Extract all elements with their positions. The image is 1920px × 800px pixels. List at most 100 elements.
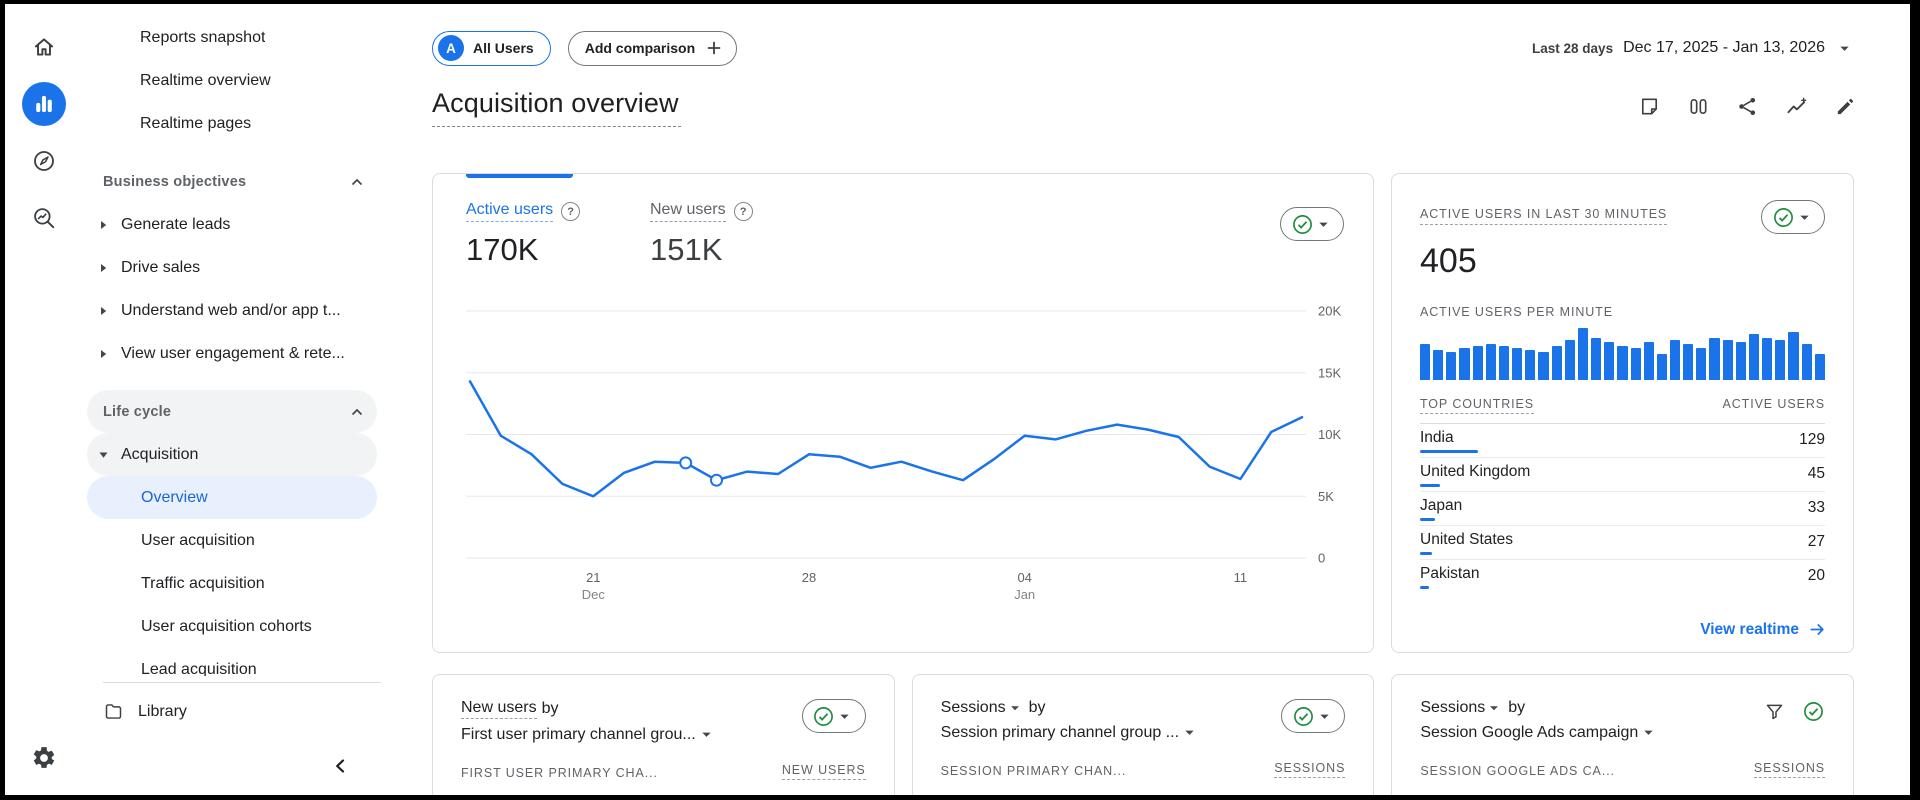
per-minute-bar: [1564, 340, 1575, 380]
country-active-users: 129: [1799, 431, 1825, 448]
sidebar-item-overview[interactable]: Overview: [87, 476, 377, 519]
card-metric-label[interactable]: New users: [461, 699, 537, 719]
metric-tab-new-users[interactable]: New users 151K: [650, 201, 834, 268]
per-minute-bar: [1538, 352, 1549, 380]
settings-button[interactable]: [22, 736, 66, 780]
dimension-dropdown[interactable]: Session primary channel group ...: [941, 723, 1199, 742]
per-minute-bar: [1656, 354, 1667, 380]
country-name: United Kingdom: [1420, 463, 1531, 480]
add-comparison-chip[interactable]: Add comparison: [567, 30, 738, 66]
sidebar-item-realtime-overview[interactable]: Realtime overview: [87, 59, 377, 102]
filter-button[interactable]: [1762, 699, 1786, 723]
per-minute-bar: [1459, 348, 1470, 380]
add-comparison-label: Add comparison: [584, 40, 696, 56]
sidebar-item-label: Realtime pages: [140, 114, 252, 132]
dimension-label: Session primary channel group ...: [940, 723, 1180, 741]
dropdown-caret-icon: [1639, 723, 1658, 742]
main-content: A All Users Add comparison Last 28 days …: [395, 4, 1910, 795]
sessions-by-campaign-card: Sessions by Session Google Ads campaign: [1391, 674, 1855, 795]
comparison-avatar: A: [438, 35, 464, 61]
sidebar-item-reports-snapshot[interactable]: Reports snapshot: [87, 16, 377, 59]
dropdown-caret-icon: [697, 725, 716, 744]
per-minute-bar: [1801, 344, 1812, 380]
sidebar-item-generate-leads[interactable]: Generate leads: [87, 203, 377, 246]
edit-button[interactable]: [1834, 94, 1858, 118]
reports-nav-button[interactable]: [22, 82, 66, 126]
card-status-dropdown[interactable]: [801, 699, 866, 733]
help-icon[interactable]: [733, 202, 753, 221]
svg-text:5K: 5K: [1318, 489, 1334, 504]
per-minute-bar: [1485, 344, 1496, 380]
per-minute-bar: [1762, 338, 1773, 380]
sidebar-item-view-user-engagement-rete[interactable]: View user engagement & rete...: [87, 332, 377, 375]
dimension-dropdown[interactable]: First user primary channel grou...: [461, 725, 716, 744]
realtime-status-dropdown[interactable]: [1761, 200, 1825, 234]
card-status-button[interactable]: [1801, 699, 1825, 723]
per-minute-bar: [1420, 344, 1431, 380]
active-users-line-chart[interactable]: 0 5K 10K 15K 20K 21 Dec 28 04 Jan 11: [466, 305, 1344, 605]
date-range-picker[interactable]: Last 28 days Dec 17, 2025 - Jan 13, 2026: [1532, 39, 1854, 58]
per-minute-label: ACTIVE USERS PER MINUTE: [1420, 305, 1613, 319]
insights-button[interactable]: [1785, 94, 1809, 118]
expand-arrow-icon: [101, 220, 107, 229]
report-card-title-block[interactable]: Sessions by Session Google Ads campaign: [1420, 699, 1658, 742]
sidebar-item-user-acquisition[interactable]: User acquisition: [87, 519, 377, 562]
all-users-chip[interactable]: A All Users: [432, 30, 551, 66]
per-minute-bar: [1643, 342, 1654, 380]
comparison-button[interactable]: [1687, 94, 1711, 118]
date-range-preset: Last 28 days: [1532, 40, 1614, 56]
reports-sidebar: Reports snapshot Realtime overview Realt…: [83, 4, 395, 795]
advertising-nav-button[interactable]: [22, 196, 66, 240]
sidebar-item-lead-acquisition[interactable]: Lead acquisition: [87, 648, 377, 677]
sidebar-item-acquisition[interactable]: Acquisition: [87, 433, 377, 476]
sidebar-item-life-cycle[interactable]: Life cycle: [87, 390, 377, 433]
sidebar-item-library[interactable]: Library: [87, 690, 377, 733]
page-header: Acquisition overview: [432, 88, 1858, 127]
sidebar-item-label: Acquisition: [121, 445, 199, 463]
per-minute-bar: [1433, 350, 1444, 380]
help-icon[interactable]: [561, 202, 581, 221]
sidebar-item-traffic-acquisition[interactable]: Traffic acquisition: [87, 562, 377, 605]
per-minute-bar: [1814, 354, 1825, 380]
chevron-down-icon: [1835, 39, 1854, 58]
active-users-per-minute-chart[interactable]: [1420, 328, 1825, 380]
metric-value: 170K: [466, 232, 539, 267]
sidebar-item-business-objectives[interactable]: Business objectives: [87, 160, 377, 203]
sidebar-item-drive-sales[interactable]: Drive sales: [87, 246, 377, 289]
view-realtime-link[interactable]: View realtime: [1700, 620, 1827, 639]
by-label: by: [1028, 699, 1046, 716]
by-label: by: [541, 700, 559, 717]
report-card-title-block[interactable]: Sessions by Session primary channel grou…: [941, 699, 1199, 742]
sidebar-nav: Reports snapshot Realtime overview Realt…: [83, 4, 395, 676]
card-metric-label[interactable]: Sessions: [941, 699, 1006, 717]
collapse-sidebar-button[interactable]: [323, 749, 357, 783]
sidebar-item-realtime-pages[interactable]: Realtime pages: [87, 102, 377, 145]
country-cell: Japan: [1420, 497, 1462, 521]
chart-status-dropdown[interactable]: [1280, 207, 1344, 241]
dimension-dropdown[interactable]: Session Google Ads campaign: [1420, 723, 1658, 742]
svg-text:Dec: Dec: [582, 587, 606, 602]
per-minute-bar: [1735, 342, 1746, 380]
metric-column-header: SESSIONS: [1753, 761, 1826, 778]
share-button[interactable]: [1736, 94, 1760, 118]
country-cell: United Kingdom: [1420, 463, 1530, 487]
svg-text:15K: 15K: [1318, 365, 1341, 380]
metric-tab-active-users[interactable]: Active users 170K: [466, 201, 650, 268]
country-name: Pakistan: [1420, 565, 1480, 582]
card-metric-label[interactable]: Sessions: [1420, 699, 1485, 717]
analytics-app-window: Reports snapshot Realtime overview Realt…: [5, 4, 1910, 795]
explore-nav-button[interactable]: [22, 139, 66, 183]
report-card-title-block[interactable]: New users by First user primary channel …: [461, 699, 716, 744]
sidebar-item-user-acquisition-cohorts[interactable]: User acquisition cohorts: [87, 605, 377, 648]
svg-text:Jan: Jan: [1014, 587, 1035, 602]
dropdown-caret-icon: [1314, 215, 1333, 234]
home-nav-button[interactable]: [22, 25, 66, 69]
card-status-dropdown[interactable]: [1281, 699, 1346, 733]
country-share-bar: [1420, 552, 1432, 555]
add-note-button[interactable]: [1638, 94, 1662, 118]
sidebar-item-understand-web-and-or-app-t[interactable]: Understand web and/or app t...: [87, 289, 377, 332]
per-minute-bar: [1591, 338, 1602, 380]
sidebar-item-label: Drive sales: [121, 258, 201, 276]
per-minute-bar: [1669, 340, 1681, 380]
report-actions: [1638, 94, 1858, 118]
